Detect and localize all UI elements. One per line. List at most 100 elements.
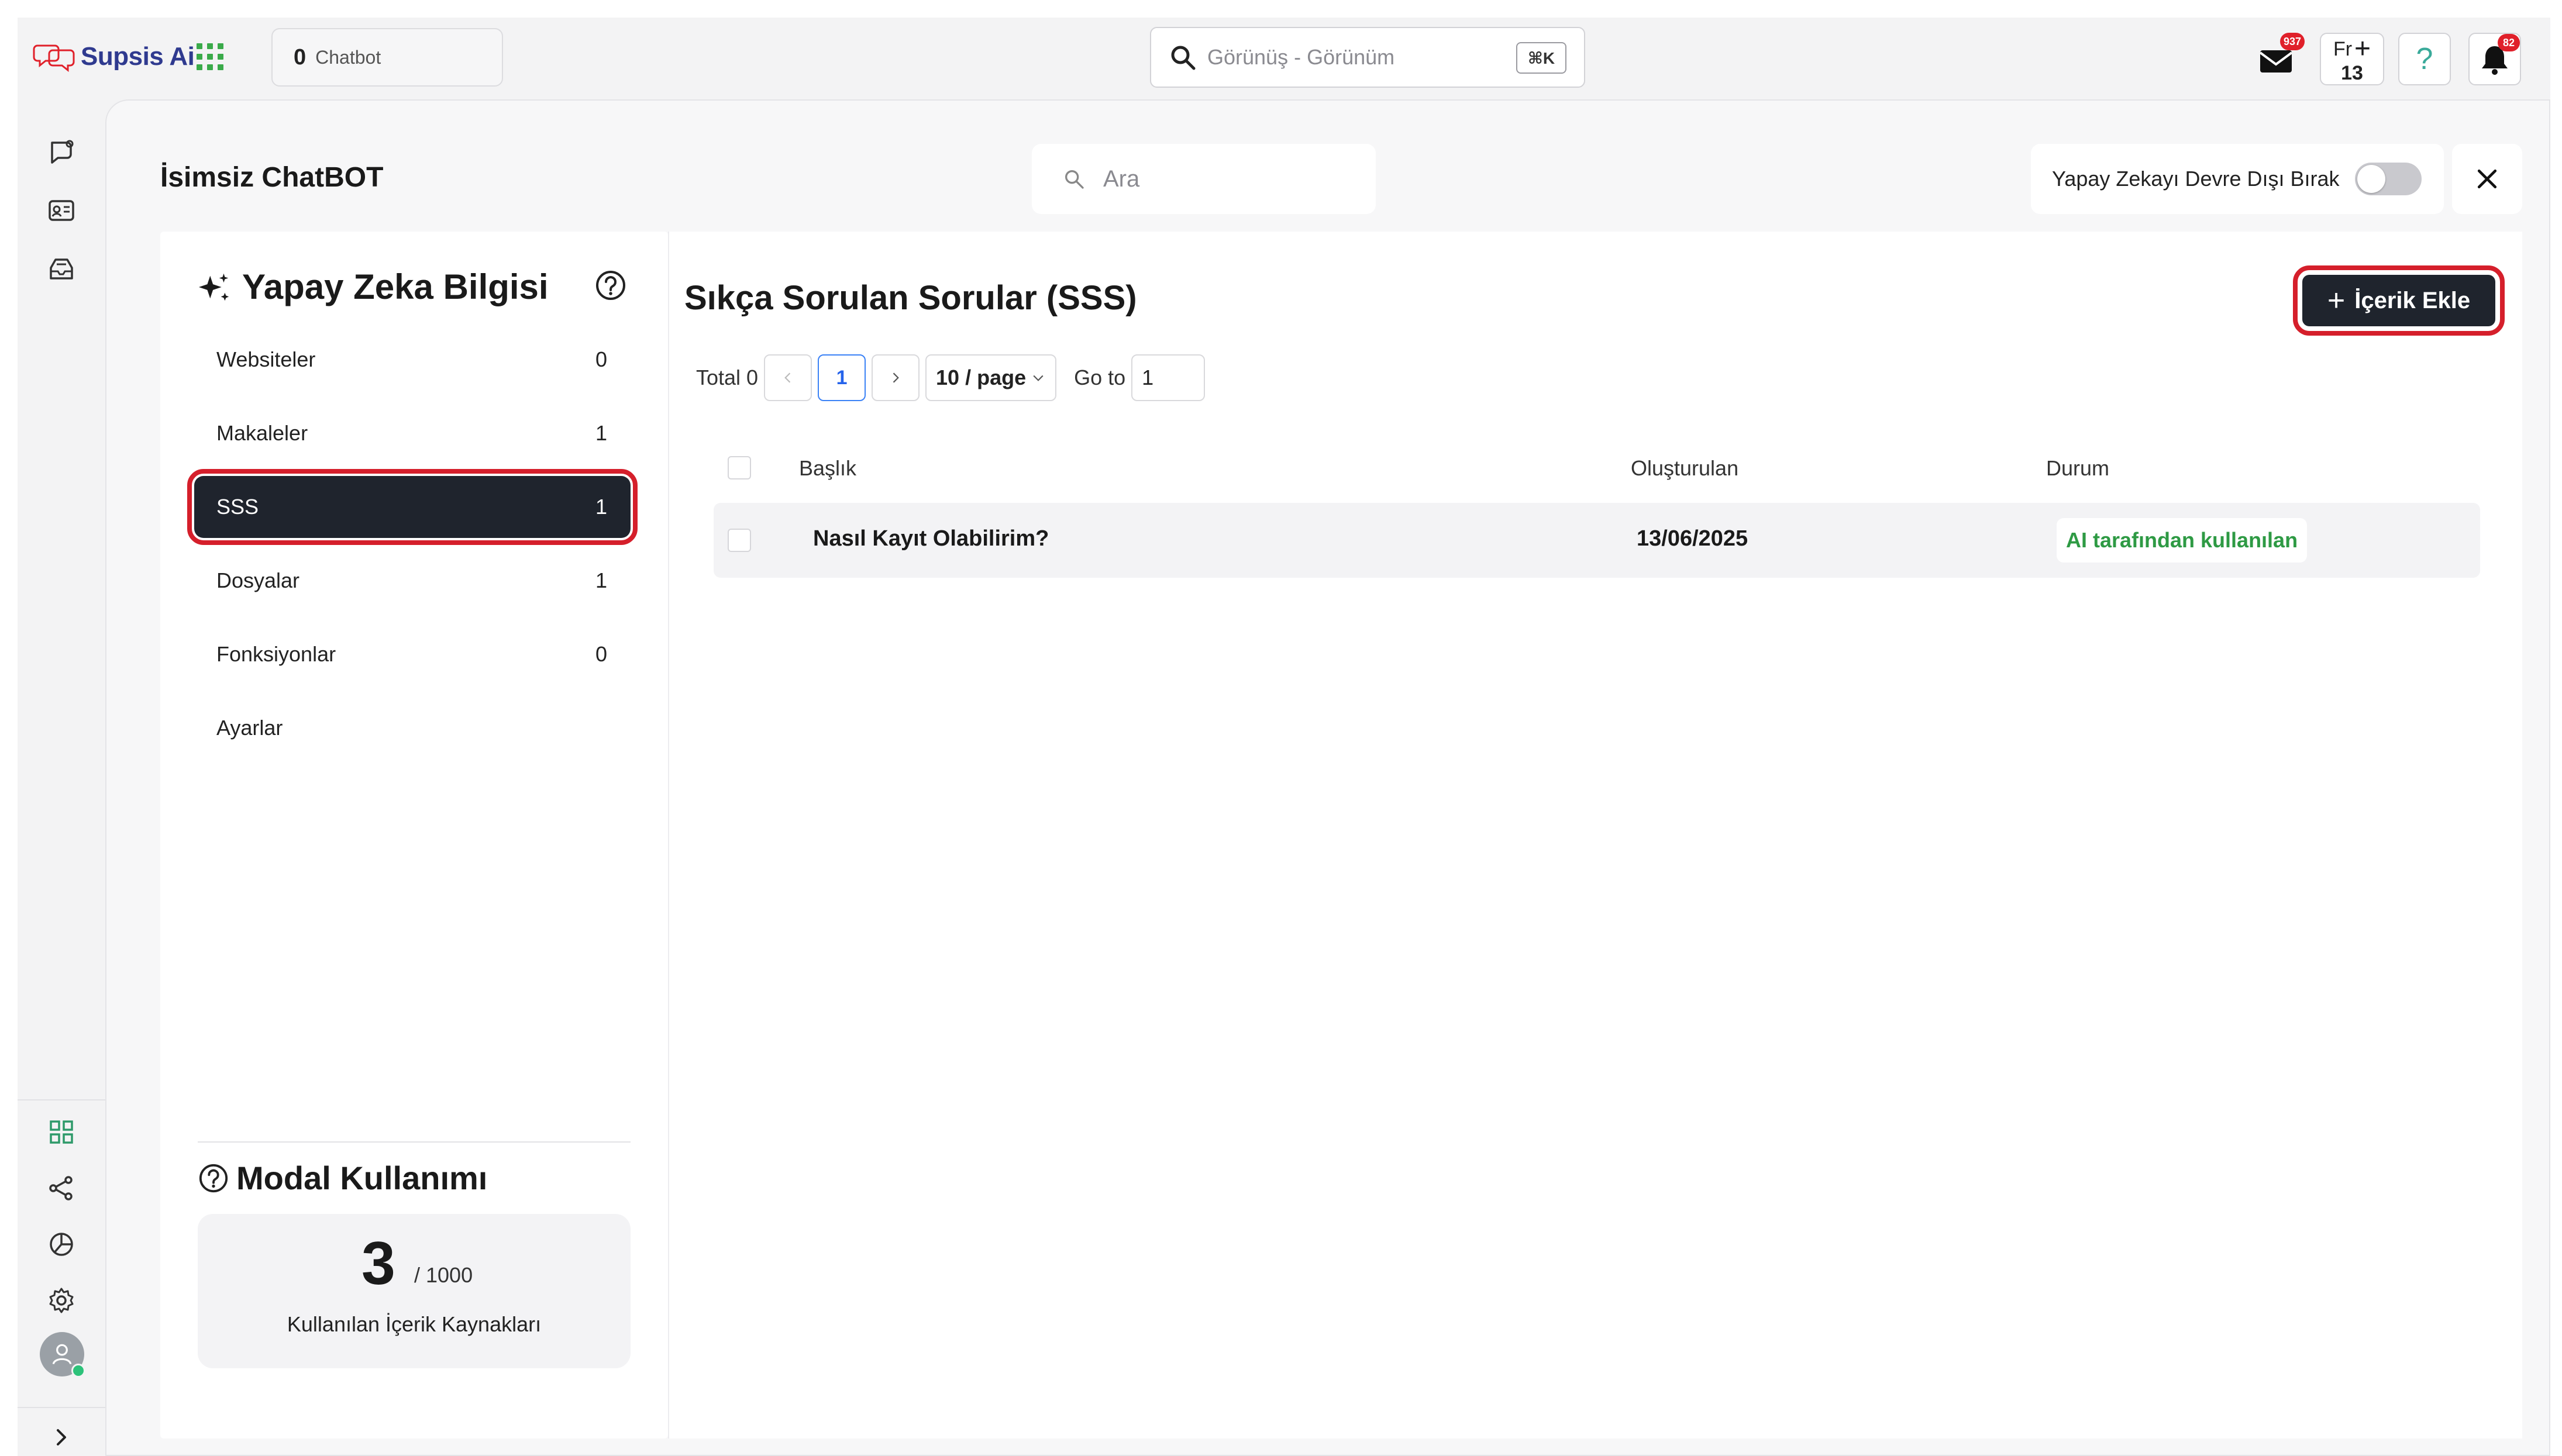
- sidebar-item-count: 1: [595, 568, 607, 592]
- apps-grid-icon[interactable]: [197, 43, 223, 70]
- table-header: Başlık Oluşturulan Durum: [714, 448, 2480, 489]
- row-checkbox[interactable]: [728, 529, 751, 552]
- search-icon: [1171, 46, 1196, 70]
- page-title: İsimsiz ChatBOT: [160, 162, 384, 193]
- close-icon: [2477, 169, 2497, 189]
- messages-button[interactable]: 937: [2252, 33, 2305, 85]
- question-circle-icon: [199, 1164, 228, 1192]
- rail-contacts-button[interactable]: [44, 193, 79, 228]
- content-search-input[interactable]: Ara: [1032, 144, 1376, 214]
- brand-name: Supsis Ai: [81, 42, 195, 71]
- sidebar-title: Yapay Zeka Bilgisi: [242, 267, 549, 306]
- add-content-button[interactable]: + İçerik Ekle: [2293, 265, 2505, 336]
- contact-card-icon: [49, 200, 74, 221]
- row-title[interactable]: Nasıl Kayıt Olabilirim?: [813, 526, 1049, 551]
- page-size-value: 10 / page: [936, 365, 1027, 389]
- fr-count: 13: [2341, 62, 2363, 84]
- ai-disable-switch[interactable]: [2354, 163, 2422, 195]
- usage-card: 3 / 1000 Kullanılan İçerik Kaynakları: [198, 1214, 631, 1368]
- section-title: Sıkça Sorulan Sorular (SSS): [684, 279, 1137, 317]
- status-badge: AI tarafından kullanılan: [2057, 518, 2308, 563]
- plus-icon: +: [2327, 284, 2346, 318]
- rail-inbox-button[interactable]: [44, 251, 79, 287]
- notifications-button[interactable]: 82: [2468, 33, 2521, 85]
- rail-divider: [18, 1099, 105, 1100]
- share-icon: [49, 1176, 73, 1200]
- sidebar-item-dosyalar[interactable]: Dosyalar 1: [194, 550, 631, 612]
- sparkle-icon: [198, 273, 229, 301]
- chat-bubble-icon: [51, 140, 74, 164]
- plus-icon: +: [2354, 33, 2371, 64]
- rail-chat-button[interactable]: [44, 134, 79, 170]
- sidebar-item-count: 1: [595, 495, 607, 519]
- pagination-total: Total 0: [696, 365, 759, 389]
- online-status-dot: [71, 1364, 85, 1378]
- usage-max: / 1000: [414, 1263, 473, 1287]
- user-icon: [52, 1344, 72, 1365]
- global-search-placeholder: Görünüş - Görünüm: [1207, 45, 1395, 69]
- fr-add-button[interactable]: Fr + 13: [2320, 33, 2384, 85]
- sidebar-item-makaleler[interactable]: Makaleler 1: [194, 402, 631, 464]
- usage-caption: Kullanılan İçerik Kaynakları: [287, 1312, 542, 1336]
- dashboard-grid-icon: [50, 1120, 73, 1144]
- logo[interactable]: Supsis Ai: [33, 40, 195, 74]
- goto-label: Go to: [1074, 365, 1126, 389]
- left-rail: [18, 99, 105, 1456]
- global-search-input[interactable]: Görünüş - Görünüm ⌘K: [1150, 27, 1585, 88]
- top-bar: Supsis Ai 0 Chatbot Görünüş - Görünüm ⌘K…: [18, 18, 2550, 99]
- chatbot-count-value: 0: [294, 44, 307, 70]
- page-number-button[interactable]: 1: [818, 354, 866, 401]
- knowledge-sidebar: Yapay Zeka Bilgisi Websiteler 0 Makalele…: [160, 232, 668, 1438]
- page-size-select[interactable]: 10 / page: [925, 354, 1057, 401]
- sidebar-item-websiteler[interactable]: Websiteler 0: [194, 329, 631, 391]
- chatbot-count-label: Chatbot: [315, 46, 381, 68]
- fr-label: Fr: [2333, 38, 2353, 60]
- sidebar-item-label: Makaleler: [216, 421, 308, 445]
- chevron-right-icon: [893, 372, 899, 383]
- rail-share-button[interactable]: [44, 1171, 79, 1206]
- rail-settings-button[interactable]: [44, 1283, 79, 1318]
- help-button[interactable]: ?: [2398, 33, 2451, 85]
- faq-content: Sıkça Sorulan Sorular (SSS) + İçerik Ekl…: [668, 232, 2522, 1438]
- column-header-status[interactable]: Durum: [2046, 456, 2109, 481]
- column-header-title[interactable]: Başlık: [799, 456, 856, 481]
- content-search-placeholder: Ara: [1103, 165, 1140, 192]
- user-avatar[interactable]: [40, 1332, 85, 1378]
- sidebar-item-label: Ayarlar: [216, 716, 283, 740]
- usage-title: Modal Kullanımı: [236, 1160, 488, 1196]
- rail-dashboard-button[interactable]: [44, 1115, 79, 1150]
- help-icon: ?: [2416, 42, 2433, 76]
- chevron-down-icon: [1033, 375, 1044, 381]
- select-all-checkbox[interactable]: [728, 456, 751, 479]
- question-circle-icon[interactable]: [594, 269, 627, 302]
- pagination: Total 0 1 10 / page Go to 1: [696, 354, 1206, 401]
- rail-reports-button[interactable]: [44, 1227, 79, 1262]
- add-content-label: İçerik Ekle: [2354, 287, 2471, 313]
- sidebar-item-count: 1: [595, 421, 607, 445]
- prev-page-button[interactable]: [764, 354, 812, 401]
- column-header-created[interactable]: Oluşturulan: [1631, 456, 1738, 481]
- search-shortcut: ⌘K: [1516, 42, 1566, 74]
- table-row[interactable]: Nasıl Kayıt Olabilirim? 13/06/2025 AI ta…: [714, 503, 2480, 578]
- goto-page-input[interactable]: 1: [1131, 354, 1206, 401]
- rail-divider: [18, 1407, 105, 1408]
- chatbot-counter[interactable]: 0 Chatbot: [271, 28, 503, 87]
- rail-expand-button[interactable]: [44, 1420, 79, 1455]
- messages-badge: 937: [2280, 33, 2305, 50]
- sidebar-item-ayarlar[interactable]: Ayarlar: [194, 697, 631, 759]
- close-button[interactable]: [2452, 144, 2522, 214]
- sidebar-item-sss[interactable]: SSS 1: [187, 469, 638, 545]
- pie-chart-icon: [50, 1233, 73, 1256]
- usage-value: 3: [361, 1230, 395, 1298]
- chevron-right-icon: [57, 1429, 66, 1445]
- sidebar-item-label: Fonksiyonlar: [216, 642, 336, 666]
- sidebar-item-fonksiyonlar[interactable]: Fonksiyonlar 0: [194, 623, 631, 685]
- chevron-left-icon: [784, 372, 791, 383]
- ai-disable-toggle-box: Yapay Zekayı Devre Dışı Bırak: [2031, 144, 2444, 214]
- sidebar-item-count: 0: [595, 642, 607, 666]
- sidebar-item-label: Dosyalar: [216, 568, 300, 592]
- next-page-button[interactable]: [872, 354, 920, 401]
- search-icon: [1065, 170, 1084, 189]
- sidebar-item-count: 0: [595, 347, 607, 371]
- usage-header: Modal Kullanımı: [198, 1159, 487, 1197]
